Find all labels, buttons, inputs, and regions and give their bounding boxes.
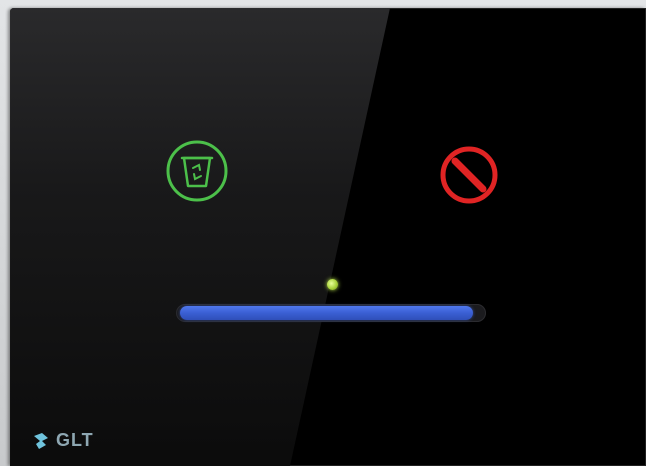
glass-reflection [10, 8, 390, 466]
level-slider-fill [180, 306, 473, 320]
brand-name: GLT [56, 430, 94, 450]
status-indicator-led [327, 279, 338, 290]
waste-bin-button[interactable] [164, 138, 230, 204]
touch-panel: GLT [10, 8, 646, 466]
level-slider[interactable] [176, 304, 486, 322]
no-entry-icon [440, 146, 498, 204]
brand-logo: GLT [32, 430, 94, 451]
glt-logo-icon [34, 432, 48, 449]
no-entry-button[interactable] [436, 142, 502, 208]
waste-bin-icon [166, 140, 228, 202]
